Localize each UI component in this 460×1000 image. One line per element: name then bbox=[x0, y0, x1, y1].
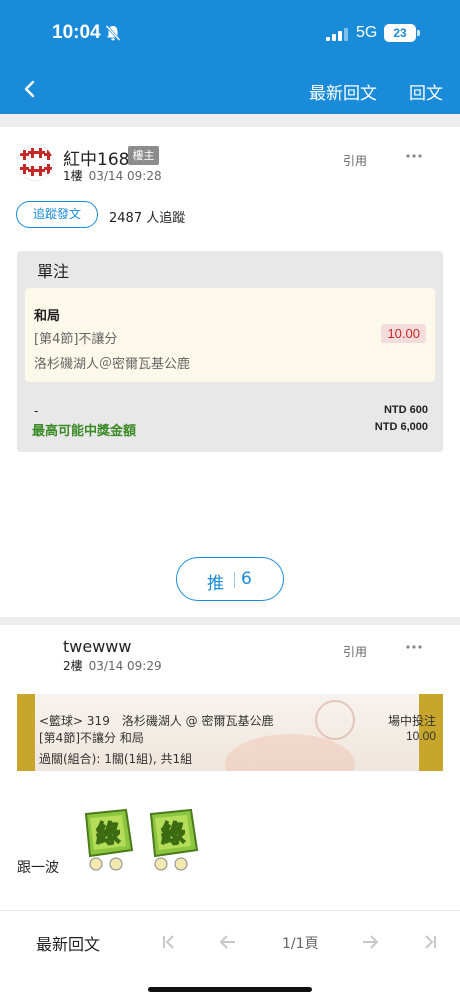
owner-badge: 樓主 bbox=[128, 146, 159, 165]
ticket-bet-type: 場中投注 bbox=[387, 714, 436, 728]
bet-market: [第4節]不讓分 bbox=[34, 332, 118, 347]
push-count: 6 bbox=[241, 569, 252, 589]
top-bar: 10:04 5G 23 最新回文 回文 bbox=[0, 0, 460, 114]
post-datetime: 03/14 09:28 bbox=[88, 169, 162, 183]
max-win-label: 最高可能中獎金額 bbox=[32, 424, 137, 439]
push-label: 推 bbox=[207, 574, 224, 594]
green-sticker-icon: 綠 bbox=[149, 808, 199, 871]
bet-selection: 和局 bbox=[34, 309, 61, 324]
mahjong-avatar-icon bbox=[18, 145, 53, 180]
signal-icon bbox=[326, 28, 348, 41]
chevron-left-icon[interactable] bbox=[18, 76, 42, 102]
ticket-photo[interactable]: <籃球> 319 洛杉磯湖人 @ 密爾瓦基公鹿 場中投注 [第4節]不讓分 和局… bbox=[17, 694, 443, 771]
network-label: 5G bbox=[356, 24, 378, 41]
ticket-line: <籃球> 319 洛杉磯湖人 @ 密爾瓦基公鹿 bbox=[39, 714, 274, 728]
prev-page-icon[interactable] bbox=[219, 933, 237, 951]
push-separator bbox=[234, 572, 235, 588]
post-meta: 1樓 03/14 09:28 bbox=[63, 167, 162, 184]
page-indicator[interactable]: 1/1頁 bbox=[282, 933, 319, 953]
bottom-bar: 最新回文 1/1頁 bbox=[0, 910, 460, 1000]
quote-button[interactable]: 引用 bbox=[343, 643, 367, 660]
sticker-label: 綠 bbox=[96, 820, 121, 848]
first-page-icon[interactable] bbox=[160, 933, 178, 951]
bet-type: 單注 bbox=[37, 262, 70, 281]
next-page-icon[interactable] bbox=[361, 933, 379, 951]
avatar[interactable] bbox=[17, 144, 54, 181]
push-button[interactable]: 推 6 bbox=[176, 557, 284, 601]
stake-label: - bbox=[34, 404, 39, 418]
reply-link[interactable]: 回文 bbox=[409, 79, 443, 104]
battery-icon: 23 bbox=[384, 24, 416, 42]
follow-post-button[interactable]: 追蹤發文 bbox=[16, 201, 98, 228]
home-indicator bbox=[148, 987, 312, 992]
floor-number: 2樓 bbox=[63, 659, 83, 673]
ticket-odds: 10.00 bbox=[405, 729, 436, 743]
floor-number: 1樓 bbox=[63, 169, 83, 183]
stake-amount: NTD 600 bbox=[383, 404, 428, 416]
bet-selection-box: 和局 [第4節]不讓分 10.00 洛杉磯湖人＠密爾瓦基公鹿 bbox=[25, 288, 435, 382]
post-meta: 2樓 03/14 09:29 bbox=[63, 657, 162, 674]
username[interactable]: twewww bbox=[63, 637, 131, 656]
latest-reply-link[interactable]: 最新回文 bbox=[309, 79, 377, 104]
bell-slash-icon bbox=[105, 25, 121, 41]
section-divider bbox=[0, 114, 460, 127]
section-divider bbox=[0, 617, 460, 625]
max-win-amount: NTD 6,000 bbox=[374, 421, 428, 433]
status-time: 10:04 bbox=[52, 22, 101, 43]
latest-reply-button[interactable]: 最新回文 bbox=[36, 931, 100, 955]
post-text: 跟一波 bbox=[17, 860, 59, 876]
ticket-line: 過關(組合): 1關(1組), 共1組 bbox=[39, 752, 193, 766]
odds-badge: 10.00 bbox=[381, 324, 426, 343]
green-sticker-icon: 綠 bbox=[84, 808, 134, 871]
bet-card: 單注 和局 [第4節]不讓分 10.00 洛杉磯湖人＠密爾瓦基公鹿 - NTD … bbox=[17, 251, 443, 452]
sticker-label: 綠 bbox=[161, 820, 186, 848]
battery-tip bbox=[417, 30, 420, 36]
soccer-ball-icon bbox=[315, 700, 355, 740]
more-options-icon[interactable] bbox=[405, 153, 423, 159]
last-page-icon[interactable] bbox=[421, 933, 439, 951]
match-name: 洛杉磯湖人＠密爾瓦基公鹿 bbox=[34, 357, 191, 372]
more-options-icon[interactable] bbox=[405, 644, 423, 650]
ticket-line: [第4節]不讓分 和局 bbox=[39, 731, 144, 745]
quote-button[interactable]: 引用 bbox=[343, 152, 367, 169]
follower-count: 2487 人追蹤 bbox=[109, 211, 186, 226]
post-datetime: 03/14 09:29 bbox=[88, 659, 162, 673]
